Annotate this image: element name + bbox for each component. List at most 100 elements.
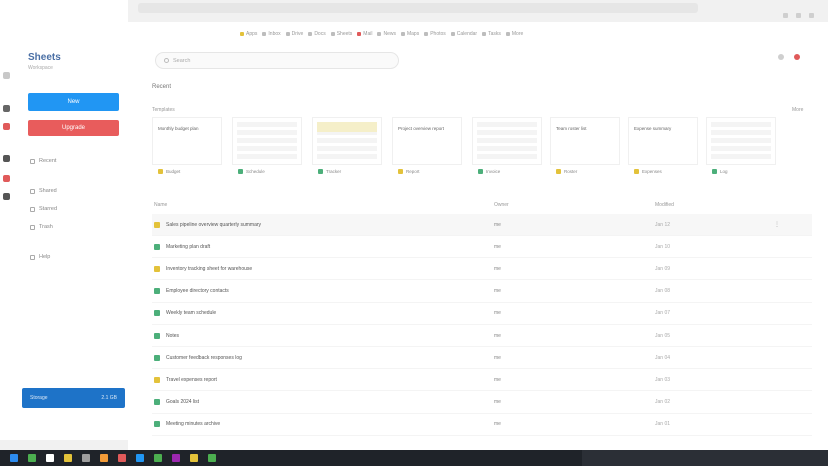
avatar[interactable] — [794, 54, 800, 60]
sidebar-item-starred[interactable]: Starred — [30, 206, 57, 212]
template-thumbnail[interactable] — [472, 117, 542, 165]
bookmark-item[interactable]: Mail — [357, 31, 372, 37]
more-options-icon[interactable]: ⋮ — [774, 221, 780, 228]
bookmark-item[interactable]: Inbox — [262, 31, 281, 37]
taskbar-app-icon[interactable] — [172, 454, 180, 462]
template-label[interactable]: Schedule — [238, 169, 265, 174]
template-preview — [237, 122, 297, 160]
column-owner[interactable]: Owner — [494, 202, 509, 208]
taskbar-app-icon[interactable] — [136, 454, 144, 462]
sidebar-item-recent[interactable]: Recent — [30, 158, 56, 164]
sidebar-item-help[interactable]: Help — [30, 254, 50, 260]
bookmark-icon — [240, 32, 244, 36]
taskbar-app-icon[interactable] — [154, 454, 162, 462]
app-icon[interactable] — [3, 123, 10, 130]
template-thumbnail[interactable]: Expense summary — [628, 117, 698, 165]
bookmark-item[interactable]: Drive — [285, 31, 303, 37]
column-modified[interactable]: Modified — [655, 202, 674, 208]
template-thumbnail[interactable] — [706, 117, 776, 165]
taskbar-app-icon[interactable] — [46, 454, 54, 462]
app-icon[interactable] — [3, 193, 10, 200]
close-icon[interactable] — [809, 13, 814, 18]
table-row[interactable]: Notes me Jan 05 — [152, 325, 812, 347]
bookmark-icon — [330, 32, 335, 36]
template-label[interactable]: Roster — [556, 169, 577, 174]
taskbar-app-icon[interactable] — [64, 454, 72, 462]
maximize-icon[interactable] — [796, 13, 801, 18]
taskbar-app-icon[interactable] — [190, 454, 198, 462]
file-owner: me — [494, 243, 501, 250]
taskbar-app-icon[interactable] — [118, 454, 126, 462]
bookmark-item[interactable]: News — [377, 31, 396, 37]
bookmark-item[interactable]: Apps — [240, 31, 257, 37]
bookmark-item[interactable]: Photos — [424, 31, 446, 37]
app-icon[interactable] — [3, 105, 10, 112]
new-button[interactable]: New — [28, 93, 119, 111]
bookmark-icon — [424, 32, 429, 36]
section-title: Recent — [152, 84, 172, 90]
bookmark-item[interactable]: Sheets — [330, 31, 352, 37]
bookmark-item[interactable]: Docs — [308, 31, 326, 37]
template-preview — [477, 122, 537, 160]
taskbar-app-icon[interactable] — [10, 454, 18, 462]
table-row[interactable]: Weekly team schedule me Jan 07 — [152, 303, 812, 325]
bookmark-icon — [400, 32, 405, 36]
sidebar-item-shared[interactable]: Shared — [30, 188, 57, 194]
bookmark-item[interactable]: Maps — [400, 31, 419, 37]
template-label[interactable]: Expenses — [634, 169, 662, 174]
app-icon[interactable] — [3, 72, 10, 79]
bookmark-item[interactable]: Calendar — [450, 31, 477, 37]
table-row[interactable]: Marketing plan draft me Jan 10 — [152, 236, 812, 259]
table-row[interactable]: Customer feedback responses log me Jan 04 — [152, 347, 812, 370]
template-label[interactable]: Tracker — [318, 169, 341, 174]
table-row[interactable]: Meeting minutes archive me Jan 01 — [152, 414, 812, 436]
taskbar-app-icon[interactable] — [82, 454, 90, 462]
app-icon[interactable] — [3, 175, 10, 182]
table-row[interactable]: Travel expenses report me Jan 03 — [152, 369, 812, 392]
template-thumbnail[interactable]: Team roster list — [550, 117, 620, 165]
table-row[interactable]: Inventory tracking sheet for warehouse me… — [152, 258, 812, 281]
file-name: Employee directory contacts — [166, 288, 229, 295]
search-icon — [164, 58, 169, 63]
app-icon[interactable] — [3, 155, 10, 162]
sheet-icon — [154, 310, 160, 317]
browser-tabs[interactable] — [138, 3, 698, 13]
template-preview-title: Expense summary — [634, 126, 672, 131]
trash-icon — [30, 224, 35, 230]
sidebar-item-trash[interactable]: Trash — [30, 224, 53, 230]
more-link[interactable]: More — [792, 107, 803, 113]
column-name[interactable]: Name — [154, 202, 167, 208]
bookmark-icon — [450, 32, 455, 36]
template-thumbnail[interactable]: Project overview report — [392, 117, 462, 165]
bookmark-item[interactable]: Tasks — [482, 31, 501, 37]
file-modified: Jan 04 — [655, 354, 671, 361]
file-owner: me — [494, 310, 501, 317]
taskbar-app-icon[interactable] — [100, 454, 108, 462]
storage-panel[interactable]: Storage 2.1 GB — [22, 388, 125, 408]
file-owner: me — [494, 332, 501, 339]
app-logo[interactable]: Sheets — [28, 52, 61, 63]
sheet-icon — [154, 399, 160, 406]
table-row[interactable]: Sales pipeline overview quarterly summar… — [152, 214, 812, 236]
upgrade-button[interactable]: Upgrade — [28, 120, 119, 136]
bookmark-item[interactable]: More — [505, 31, 523, 37]
table-row[interactable]: Goals 2024 list me Jan 02 — [152, 392, 812, 414]
table-row[interactable]: Employee directory contacts me Jan 08 — [152, 281, 812, 303]
apps-icon[interactable] — [778, 54, 784, 60]
template-preview-title: Project overview report — [398, 126, 445, 131]
minimize-icon[interactable] — [783, 13, 788, 18]
taskbar-app-icon[interactable] — [208, 454, 216, 462]
template-thumbnail[interactable]: Monthly budget plan — [152, 117, 222, 165]
template-thumbnail[interactable] — [232, 117, 302, 165]
file-modified: Jan 09 — [655, 265, 671, 272]
template-label[interactable]: Invoice — [478, 169, 500, 174]
template-label[interactable]: Report — [398, 169, 420, 174]
bookmark-icon — [285, 32, 290, 36]
template-label[interactable]: Log — [712, 169, 728, 174]
template-label[interactable]: Budget — [158, 169, 180, 174]
template-thumbnail[interactable] — [312, 117, 382, 165]
search-input[interactable]: Search — [155, 52, 399, 69]
file-name: Weekly team schedule — [166, 310, 217, 317]
taskbar-app-icon[interactable] — [28, 454, 36, 462]
sheet-icon — [154, 221, 160, 228]
